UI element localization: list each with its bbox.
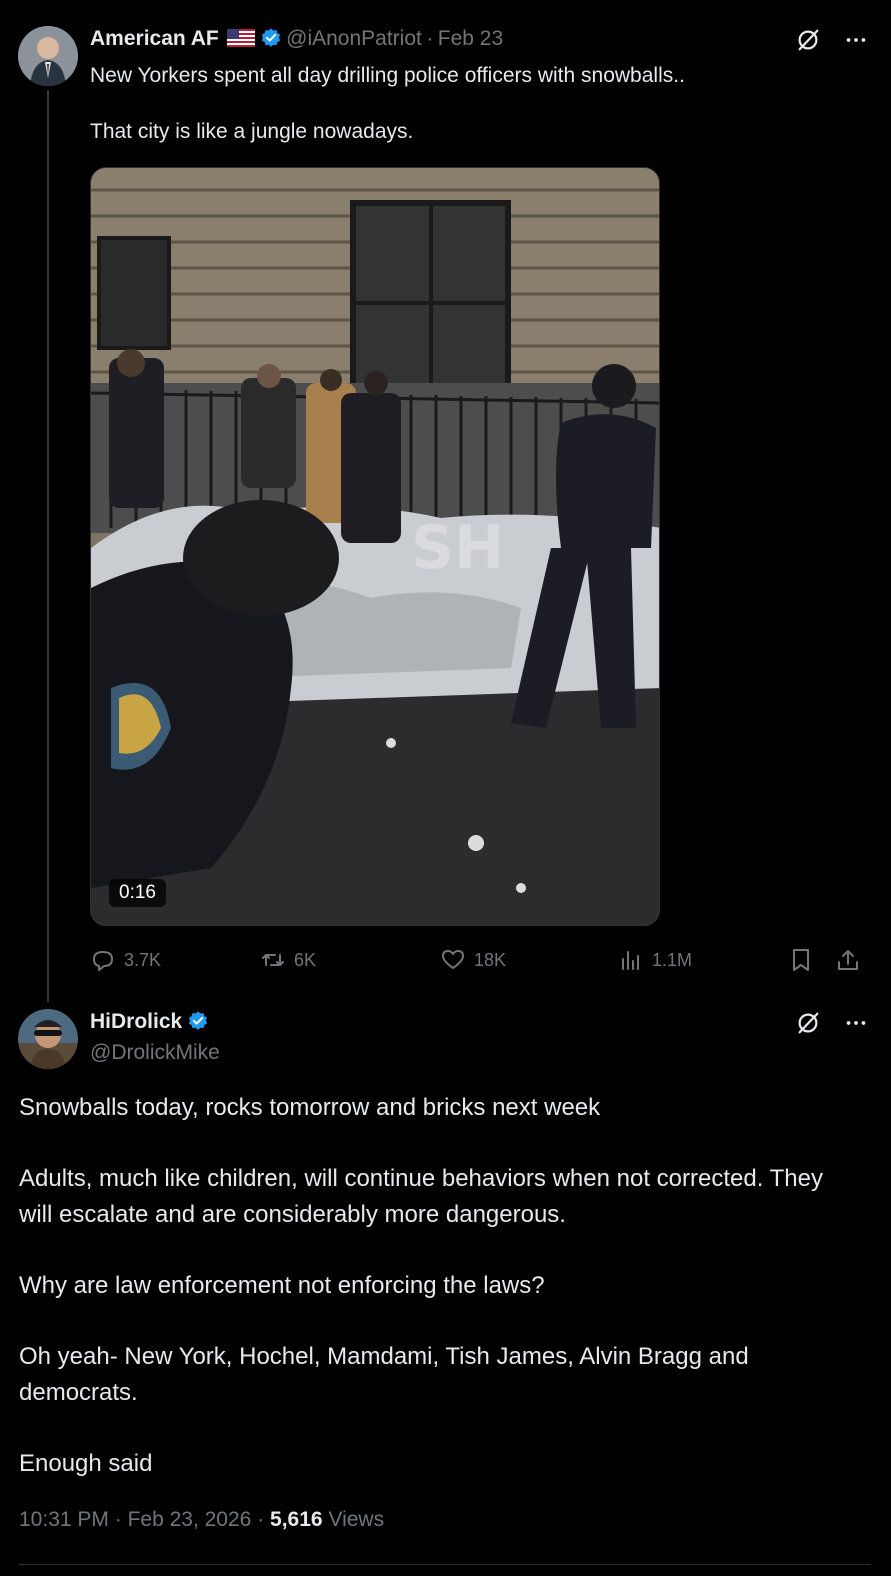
reply-top-icons xyxy=(794,1009,870,1037)
reply-text: Snowballs today, rocks tomorrow and bric… xyxy=(19,1090,859,1517)
separator-dot: · xyxy=(426,27,434,50)
like-button[interactable]: 18K xyxy=(440,945,506,975)
bookmark-icon xyxy=(793,949,809,971)
reply-count: 3.7K xyxy=(124,949,162,970)
reply-paragraph: Oh yeah- New York, Hochel, Mamdami, Tish… xyxy=(19,1343,749,1406)
avatar[interactable] xyxy=(18,26,78,86)
video-frame-image: SH xyxy=(91,168,659,925)
separator-dot: · xyxy=(257,1508,265,1531)
author-name[interactable]: HiDrolick xyxy=(90,1010,182,1033)
repost-icon xyxy=(262,954,284,966)
bookmark-button[interactable] xyxy=(788,945,814,975)
views-count: 1.1M xyxy=(652,949,693,970)
more-options-icon[interactable] xyxy=(842,1009,870,1037)
author-handle[interactable]: @iAnonPatriot xyxy=(286,27,422,50)
verified-badge-icon[interactable] xyxy=(187,1010,209,1032)
tweet-text: New Yorkers spent all day drilling polic… xyxy=(90,64,685,143)
tweet-actions-bar: 3.7K 6K 18K 1.1M xyxy=(90,945,868,975)
reply-icon xyxy=(93,951,113,971)
share-button[interactable] xyxy=(835,945,861,975)
post-date[interactable]: Feb 23, 2026 xyxy=(128,1508,252,1531)
verified-badge-icon[interactable] xyxy=(260,27,282,49)
views-label: Views xyxy=(328,1508,385,1531)
more-options-icon[interactable] xyxy=(842,26,870,54)
video-watermark: SH xyxy=(411,513,504,583)
divider xyxy=(19,1564,871,1565)
post-time[interactable]: 10:31 PM xyxy=(19,1508,109,1531)
grok-icon[interactable] xyxy=(794,26,822,54)
tweet-header: American AF @iAnonPatriot · Feb 23 xyxy=(90,27,503,51)
author-name[interactable]: American AF xyxy=(90,27,219,50)
tweet-top-icons xyxy=(794,26,870,54)
tweet-video[interactable]: SH 0:16 xyxy=(90,167,660,926)
reply-header: HiDrolick xyxy=(90,1010,209,1034)
like-count: 18K xyxy=(474,949,507,970)
tweet-date[interactable]: Feb 23 xyxy=(438,27,503,50)
reply-paragraph: Enough said xyxy=(19,1450,153,1477)
repost-count: 6K xyxy=(294,949,317,970)
grok-icon[interactable] xyxy=(794,1009,822,1037)
views-chart-icon xyxy=(622,951,639,970)
avatar[interactable] xyxy=(18,1009,78,1069)
thread-connector-line xyxy=(47,90,49,1002)
views-total: 5,616 xyxy=(270,1508,323,1531)
reply-meta: 10:31 PM · Feb 23, 2026 · 5,616 Views xyxy=(19,1508,384,1532)
us-flag-icon xyxy=(227,29,256,47)
author-handle[interactable]: @DrolickMike xyxy=(90,1041,220,1065)
repost-button[interactable]: 6K xyxy=(260,945,316,975)
reply-paragraph: Adults, much like children, will continu… xyxy=(19,1165,823,1228)
reply-button[interactable]: 3.7K xyxy=(90,945,161,975)
views-button[interactable]: 1.1M xyxy=(618,945,692,975)
heart-icon xyxy=(442,950,464,969)
share-icon xyxy=(838,950,858,970)
reply-paragraph: Snowballs today, rocks tomorrow and bric… xyxy=(19,1094,601,1121)
video-duration-badge: 0:16 xyxy=(109,879,166,907)
separator-dot: · xyxy=(114,1508,122,1531)
reply-paragraph: Why are law enforcement not enforcing th… xyxy=(19,1272,545,1299)
